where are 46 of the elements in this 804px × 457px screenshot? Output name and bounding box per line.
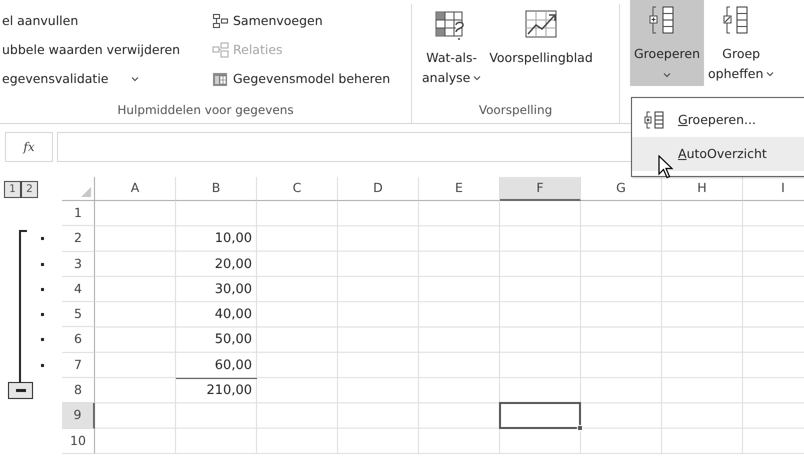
menu-item[interactable]: Groeperen... <box>632 103 804 137</box>
ribbon-command[interactable]: egevensvalidatie <box>0 68 196 90</box>
table-cell-text: 10,00 <box>214 230 253 248</box>
row-header[interactable]: 2 <box>62 226 95 252</box>
row-header[interactable]: 6 <box>62 327 95 353</box>
ribbon-button[interactable]: Groep opheffen <box>704 0 778 86</box>
data-model-icon <box>212 71 229 87</box>
collapse-button[interactable] <box>8 382 33 400</box>
relations-icon <box>212 42 229 58</box>
row-header[interactable]: 3 <box>62 252 95 277</box>
outline-level-button[interactable]: 1 <box>4 181 21 198</box>
row-header[interactable]: 9 <box>62 403 95 429</box>
menu-item[interactable]: AutoOverzicht <box>632 137 804 171</box>
minus-icon <box>16 389 26 392</box>
table-cell-text: 50,00 <box>214 331 253 350</box>
caret-icon <box>473 75 482 81</box>
ribbon-command[interactable]: ubbele waarden verwijderen <box>0 39 196 61</box>
caret-icon <box>766 71 774 77</box>
row-header[interactable]: 1 <box>62 201 95 226</box>
group-label: Hulpmiddelen voor gegevens <box>116 102 295 119</box>
forecast-chart-icon <box>523 8 560 40</box>
row-header[interactable]: 5 <box>62 302 95 328</box>
caret-icon <box>130 76 139 82</box>
column-header[interactable]: F <box>500 177 581 201</box>
outline-level-button[interactable]: 2 <box>21 181 38 198</box>
table-cell: 210,00 <box>176 378 257 404</box>
table-cell-text: 20,00 <box>214 256 253 274</box>
ribbon-command[interactable]: el aanvullen <box>0 10 196 32</box>
row-header[interactable]: 4 <box>62 276 95 302</box>
table-cell-text: 60,00 <box>214 356 253 375</box>
fill-handle[interactable] <box>577 424 583 431</box>
function-button[interactable]: fx <box>5 132 53 162</box>
ribbon-button[interactable]: Groeperen <box>630 0 704 86</box>
row-header[interactable]: 10 <box>62 428 95 454</box>
corner-triangle-icon <box>81 187 91 197</box>
ribbon-button[interactable]: Wat-als- analyse <box>418 4 486 90</box>
group-label: Voorspelling <box>478 102 554 119</box>
table-cell-text: 30,00 <box>214 280 253 299</box>
row-header[interactable]: 7 <box>62 352 95 378</box>
ribbon-command[interactable]: Samenvoegen <box>210 10 392 32</box>
table-cell-text: 40,00 <box>214 306 253 324</box>
caret-icon <box>663 72 671 78</box>
merge-icon <box>212 13 229 29</box>
ribbon-command[interactable]: Gegevensmodel beheren <box>210 68 392 90</box>
row-header[interactable]: 8 <box>62 378 95 404</box>
ribbon-button[interactable]: Voorspellingblad <box>485 4 597 70</box>
